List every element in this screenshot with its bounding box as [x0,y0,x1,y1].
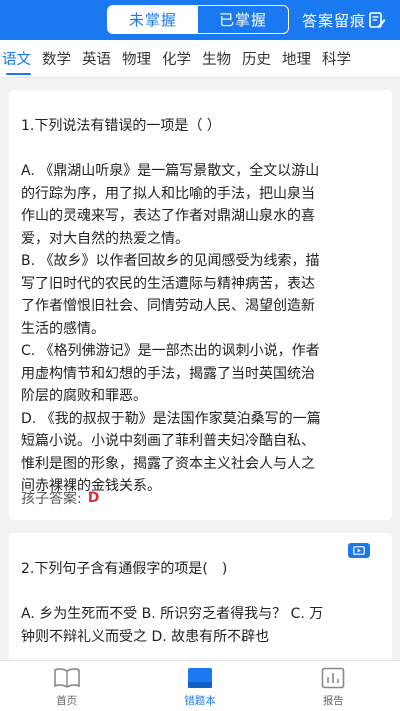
bottom-navigation: 首页 错题本 报告 [0,660,400,711]
segment-unmastered[interactable]: 未掌握 [108,6,198,33]
option-line: 惟利是图的形象，揭露了资本主义社会人与人之 [21,455,315,472]
question-card[interactable]: 1.下列说法有错误的一项是（ ） A. 《鼎湖山听泉》是一篇写景散文，全文以游山… [9,90,392,520]
nav-mistakes-label: 错题本 [184,695,216,707]
tab-chemistry[interactable]: 化学 [157,40,197,78]
child-answer: 孩子答案: D [21,488,99,508]
option-line: A. 《鼎湖山听泉》是一篇写景散文，全文以游山 [21,163,320,179]
tab-physics[interactable]: 物理 [117,40,157,78]
tab-science[interactable]: 科学 [317,40,351,78]
tab-math[interactable]: 数学 [37,40,77,78]
option-line: A. 乡为生死而不受 B. 所识穷乏者得我与？ C. 万 [21,606,324,622]
question-title: 1.下列说法有错误的一项是（ ） [21,118,221,134]
option-line: 爱，对大自然的热爱之情。 [21,230,189,247]
video-icon[interactable] [348,543,370,558]
nav-home-label: 首页 [56,695,78,707]
tab-geography[interactable]: 地理 [277,40,317,78]
nav-mistakes[interactable]: 错题本 [133,661,266,711]
option-line: 作山的灵魂来写，表达了作者对鼎湖山泉水的喜 [21,208,315,224]
tab-english[interactable]: 英语 [77,40,117,78]
option-line: D. 《我的叔叔于勒》是法国作家莫泊桑写的一篇 [21,410,321,427]
option-line: 阶层的腐败和罪恶。 [21,388,147,404]
top-header: 未掌握 已掌握 答案留痕 [0,0,400,40]
question-options: A. 《鼎湖山听泉》是一篇写景散文，全文以游山 的行踪为序，用了拟人和比喻的手法… [21,160,380,498]
nav-report[interactable]: 报告 [267,661,400,711]
book-icon [53,668,80,688]
answer-trace-button[interactable]: 答案留痕 [302,8,386,32]
question-title: 2.下列句子含有通假字的项是( ) [21,561,228,577]
answer-trace-label: 答案留痕 [302,11,367,30]
option-line: 生活的感情。 [21,320,105,337]
notebook-icon [187,668,212,688]
segment-mastered[interactable]: 已掌握 [198,6,288,33]
mastery-segmented-control: 未掌握 已掌握 [107,5,289,34]
nav-report-label: 报告 [322,695,344,707]
question-card[interactable]: 2.下列句子含有通假字的项是( ) A. 乡为生死而不受 B. 所识穷乏者得我与… [9,533,392,673]
option-line: B. 《故乡》以作者回故乡的见闻感受为线索，描 [21,253,320,269]
option-line: 的行踪为序，用了拟人和比喻的手法，把山泉当 [21,185,315,202]
child-answer-value: D [87,490,100,506]
tab-history[interactable]: 历史 [237,40,277,78]
option-line: 短篇小说。小说中刻画了菲利普夫妇冷酷自私、 [21,433,315,449]
edit-note-icon [369,12,386,28]
child-answer-label: 孩子答案: [21,491,82,507]
subject-tabs: 语文 数学 英语 物理 化学 生物 历史 地理 科学 [0,40,400,78]
tab-biology[interactable]: 生物 [197,40,237,78]
bar-chart-icon [322,667,345,689]
option-line: 了作者憎恨旧社会、同情劳动人民、渴望创造新 [21,298,315,314]
option-line: 用虚构情节和幻想的手法，揭露了当时英国统治 [21,365,315,382]
option-line: 写了旧时代的农民的生活遭际与精神病苦，表达 [21,275,315,292]
play-icon [353,546,365,555]
tab-chinese[interactable]: 语文 [0,40,37,78]
option-line: 钟则不辩礼义而受之 D. 故患有所不辟也 [21,628,270,645]
option-line: C. 《格列佛游记》是一部杰出的讽刺小说，作者 [21,343,320,359]
nav-home[interactable]: 首页 [0,661,133,711]
